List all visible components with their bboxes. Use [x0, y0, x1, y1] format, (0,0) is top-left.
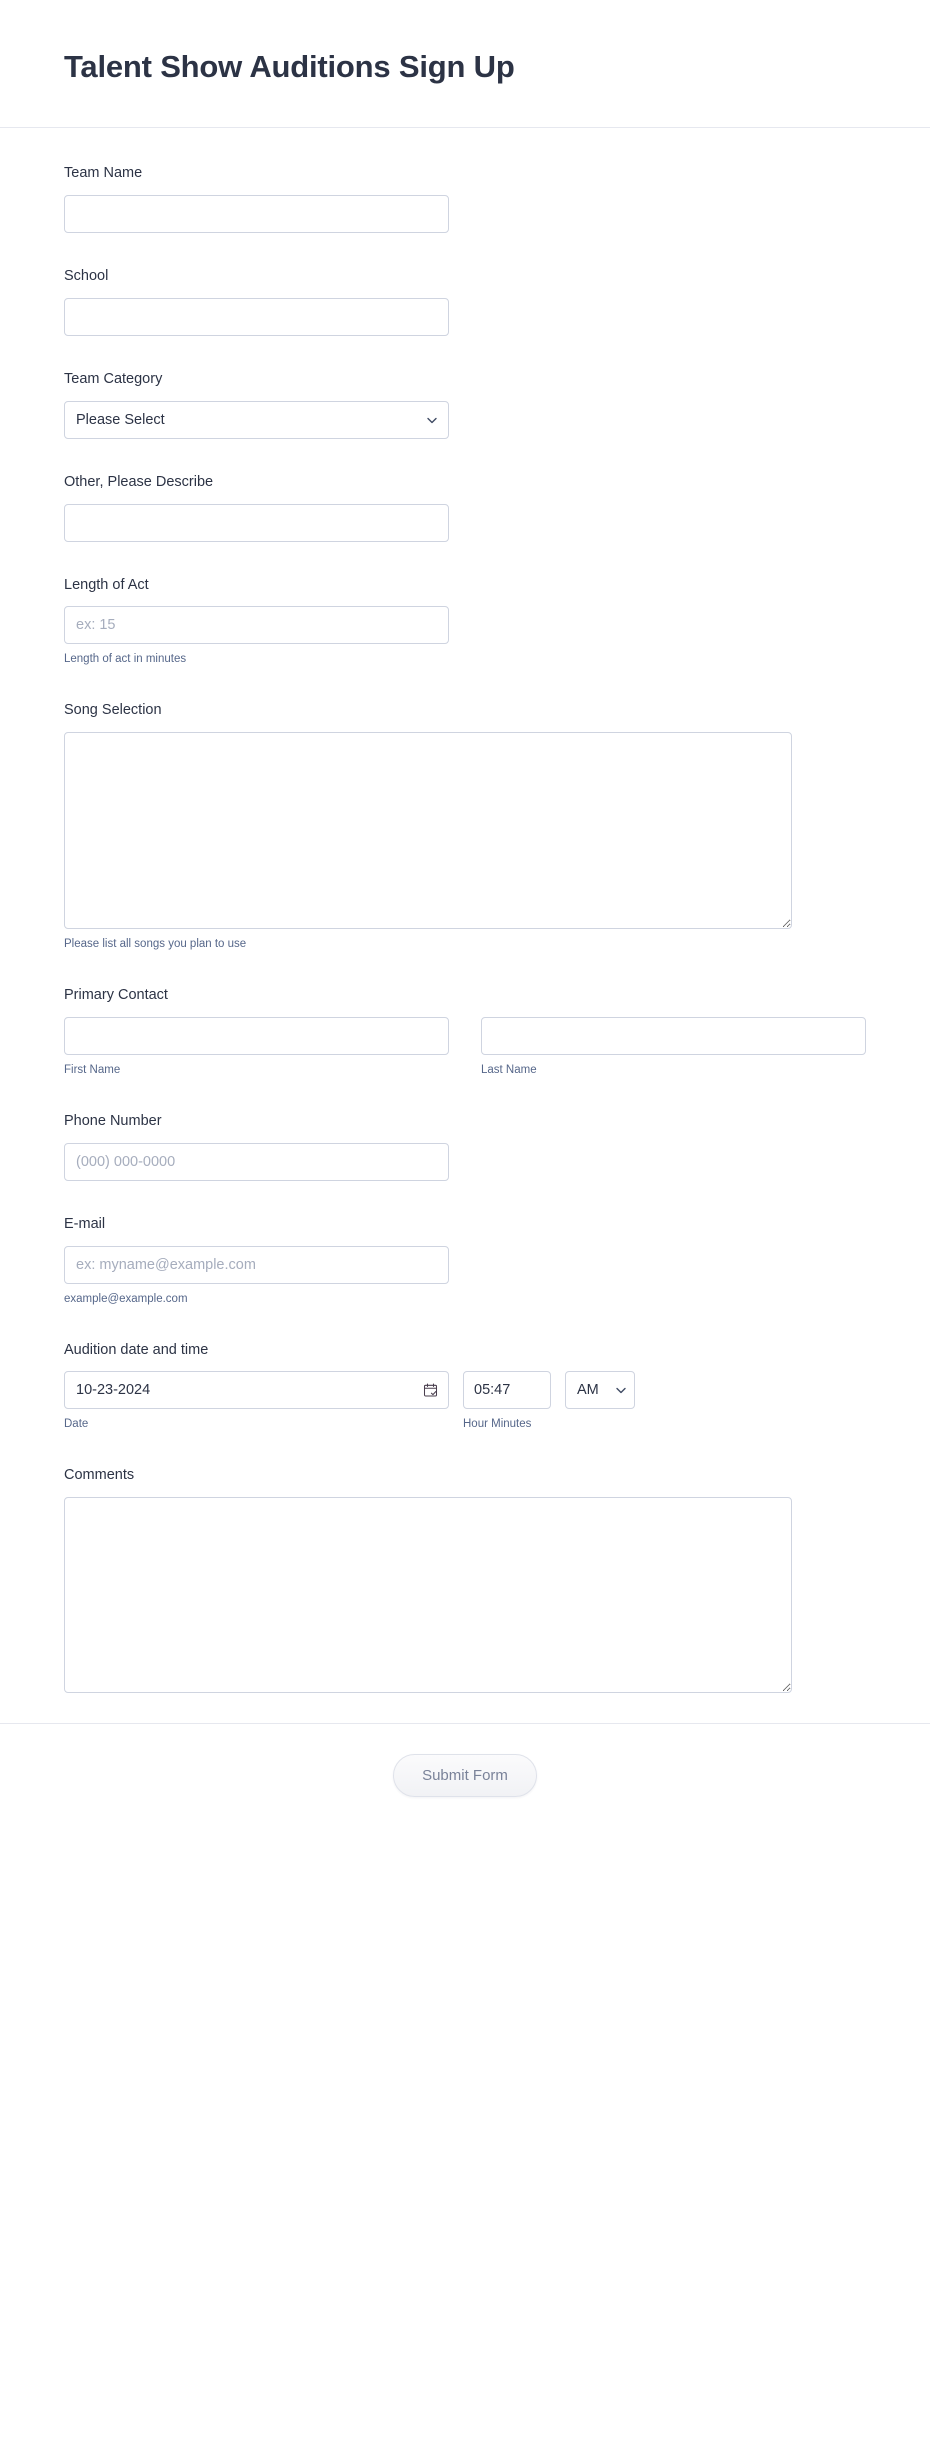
first-name-input[interactable]: [64, 1016, 449, 1055]
first-name-hint: First Name: [64, 1063, 121, 1076]
audition-datetime-hints: Date Hour Minutes: [64, 1409, 866, 1432]
audition-ampm-value: AM: [577, 1382, 599, 1399]
team-name-input[interactable]: [64, 195, 449, 234]
phone-number-label: Phone Number: [64, 1112, 162, 1129]
length-of-act-label: Length of Act: [64, 576, 149, 593]
field-length-of-act: Length of Act Length of act in minutes: [64, 576, 866, 668]
field-song-selection: Song Selection Please list all songs you…: [64, 701, 866, 952]
song-selection-textarea[interactable]: [64, 732, 792, 930]
email-input[interactable]: [64, 1245, 449, 1284]
last-name-hint: Last Name: [481, 1063, 537, 1076]
phone-number-input[interactable]: [64, 1142, 449, 1181]
audition-date-input[interactable]: [64, 1371, 449, 1410]
last-name-group: Last Name: [481, 1016, 866, 1078]
field-team-category: Team Category Please Select: [64, 370, 866, 439]
audition-date-hint: Date: [64, 1418, 89, 1431]
comments-label: Comments: [64, 1467, 135, 1484]
audition-time-hint: Hour Minutes: [463, 1418, 532, 1431]
audition-datetime-label: Audition date and time: [64, 1341, 209, 1358]
audition-ampm-wrap: AM: [565, 1371, 635, 1410]
submit-form-button[interactable]: Submit Form: [393, 1754, 537, 1798]
email-hint: example@example.com: [64, 1292, 188, 1305]
length-of-act-input[interactable]: [64, 606, 449, 645]
page-title: Talent Show Auditions Sign Up: [64, 49, 515, 84]
audition-date-wrap: [64, 1371, 449, 1410]
team-category-label: Team Category: [64, 370, 163, 387]
field-comments: Comments: [64, 1466, 866, 1694]
field-email: E-mail example@example.com: [64, 1215, 866, 1307]
team-name-label: Team Name: [64, 165, 143, 182]
talent-show-signup-form: Talent Show Auditions Sign Up Team Name …: [0, 0, 930, 1838]
audition-time-input[interactable]: [463, 1371, 551, 1410]
comments-textarea[interactable]: [64, 1497, 792, 1694]
calendar-icon[interactable]: [423, 1383, 438, 1398]
other-describe-input[interactable]: [64, 503, 449, 542]
form-footer: Submit Form: [0, 1723, 930, 1837]
field-other-describe: Other, Please Describe: [64, 473, 866, 542]
team-category-select-wrap: Please Select: [64, 400, 449, 439]
first-name-group: First Name: [64, 1016, 449, 1078]
song-selection-hint: Please list all songs you plan to use: [64, 938, 247, 951]
email-label: E-mail: [64, 1215, 106, 1232]
primary-contact-row: First Name Last Name: [64, 1016, 866, 1078]
field-audition-datetime: Audition date and time 10-23-2024 05:47 …: [64, 1341, 866, 1433]
audition-ampm-select[interactable]: AM: [565, 1371, 635, 1410]
school-input[interactable]: [64, 297, 449, 336]
form-header: Talent Show Auditions Sign Up: [0, 0, 930, 129]
team-category-selected-value: Please Select: [76, 411, 165, 428]
audition-datetime-row: AM: [64, 1371, 866, 1410]
other-describe-label: Other, Please Describe: [64, 473, 214, 490]
length-of-act-hint: Length of act in minutes: [64, 653, 187, 666]
team-category-select[interactable]: Please Select: [64, 400, 449, 439]
primary-contact-label: Primary Contact: [64, 987, 168, 1004]
form-body: Team Name School Team Category Please Se…: [0, 128, 930, 1694]
field-team-name: Team Name: [64, 164, 866, 234]
last-name-input[interactable]: [481, 1016, 866, 1055]
song-selection-label: Song Selection: [64, 702, 162, 719]
field-school: School: [64, 267, 866, 336]
field-phone-number: Phone Number: [64, 1112, 866, 1181]
field-primary-contact: Primary Contact First Name Last Name: [64, 986, 866, 1078]
school-label: School: [64, 268, 109, 285]
